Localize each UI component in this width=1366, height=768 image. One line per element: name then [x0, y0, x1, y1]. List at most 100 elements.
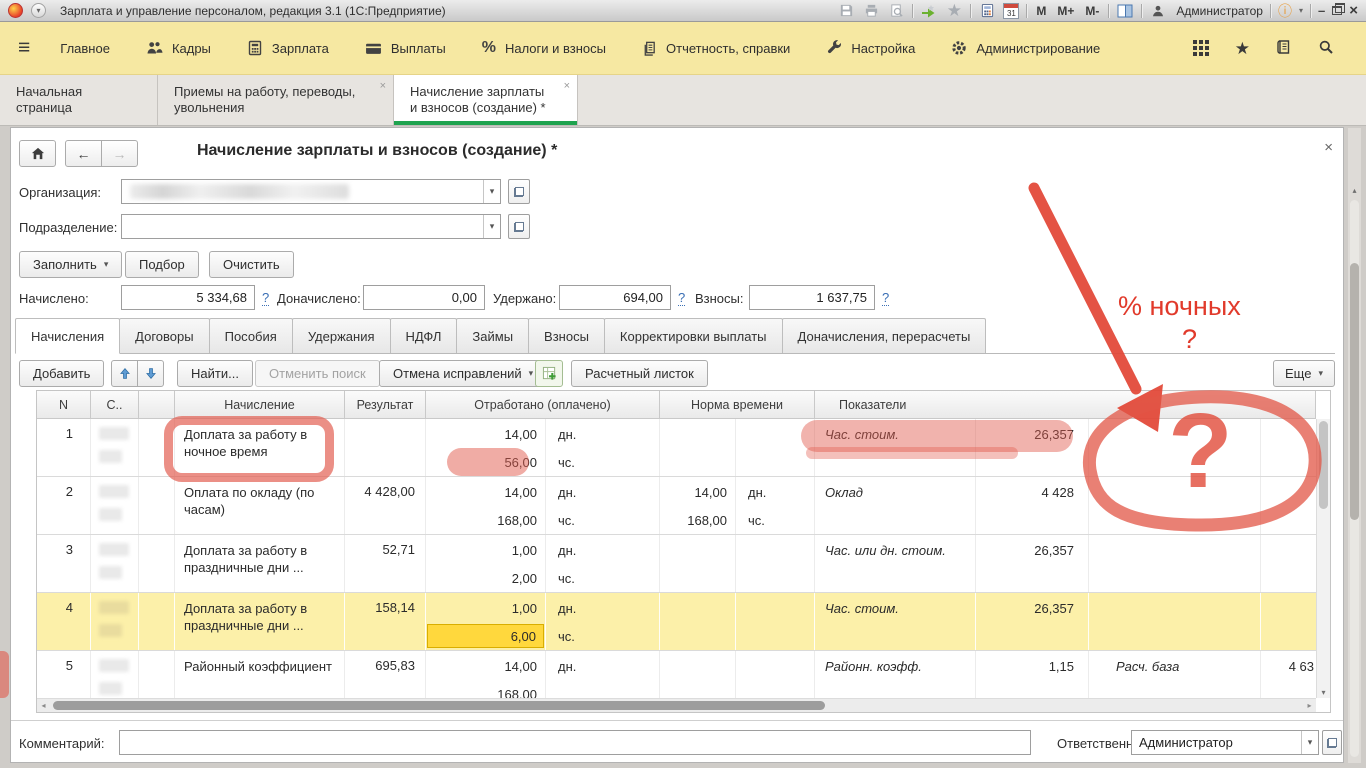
all-functions-icon[interactable]: [1193, 40, 1209, 56]
contrib-field[interactable]: 1 637,75: [749, 285, 875, 310]
worked-hours-value[interactable]: 6,00: [427, 624, 544, 648]
header-accrual[interactable]: Начисление: [175, 391, 345, 419]
dept-open-button[interactable]: [508, 214, 530, 239]
move-up-button[interactable]: [111, 360, 138, 387]
cancel-search-button[interactable]: Отменить поиск: [255, 360, 380, 387]
menu-item-nalogi[interactable]: % Налоги и взносы: [482, 39, 606, 57]
contrib-help-link[interactable]: ?: [882, 290, 889, 306]
info-caret-icon[interactable]: ▾: [1299, 6, 1303, 15]
form-close-button[interactable]: ×: [1324, 140, 1333, 155]
tab-zaimy[interactable]: Займы: [456, 318, 529, 353]
header-worked[interactable]: Отработано (оплачено): [426, 391, 660, 419]
add-row-button[interactable]: Добавить: [19, 360, 104, 387]
info-icon[interactable]: ⓘ: [1278, 4, 1292, 18]
menu-item-administrirovanie[interactable]: Администрирование: [951, 40, 1100, 56]
worked-hours-value[interactable]: 168,00: [497, 513, 537, 528]
org-dropdown-icon[interactable]: ▾: [483, 180, 500, 203]
search-icon[interactable]: [1318, 39, 1334, 58]
favorites-star-icon[interactable]: ★: [945, 2, 963, 19]
print-icon[interactable]: [862, 2, 880, 19]
calendar-icon[interactable]: 31: [1003, 3, 1019, 19]
scrollbar-thumb[interactable]: [53, 701, 825, 710]
header-result[interactable]: Результат: [345, 391, 426, 419]
tab-korrektirovki[interactable]: Корректировки выплаты: [604, 318, 783, 353]
scrollbar-thumb[interactable]: [1319, 421, 1328, 509]
hamburger-icon[interactable]: ≡: [18, 36, 30, 60]
scroll-down-icon[interactable]: ▾: [1317, 688, 1330, 697]
forward-button[interactable]: →: [101, 140, 138, 167]
system-menu-button[interactable]: ▾: [31, 3, 46, 18]
scroll-up-icon[interactable]: ▴: [1348, 186, 1361, 195]
tab-posobiya[interactable]: Пособия: [209, 318, 293, 353]
add-favorite-icon[interactable]: [920, 2, 938, 19]
minimize-button[interactable]: –: [1318, 3, 1325, 18]
scrollbar-thumb[interactable]: [1350, 263, 1359, 520]
tab-close-icon[interactable]: ×: [564, 81, 570, 92]
calculator-icon[interactable]: [978, 2, 996, 19]
menu-item-glavnoe[interactable]: Главное: [60, 41, 110, 56]
window-vertical-scrollbar[interactable]: ▴: [1348, 128, 1361, 763]
memory-m-button[interactable]: M: [1034, 4, 1048, 18]
tab-close-icon[interactable]: ×: [380, 81, 386, 92]
worked-hours-value[interactable]: 168,00: [497, 687, 537, 698]
dept-field[interactable]: ▾: [121, 214, 501, 239]
worked-hours-value[interactable]: 56,00: [504, 455, 537, 470]
header-spacer[interactable]: [139, 391, 175, 419]
save-icon[interactable]: [837, 2, 855, 19]
tab-hires[interactable]: Приемы на работу, переводы, увольнения ×: [158, 75, 394, 125]
table-row[interactable]: 4 Доплата за работу в праздничные дни ..…: [37, 593, 1330, 651]
header-employee[interactable]: С..: [91, 391, 139, 419]
scroll-right-icon[interactable]: ▸: [1303, 699, 1316, 712]
tab-dogovory[interactable]: Договоры: [119, 318, 209, 353]
responsible-open-button[interactable]: [1322, 730, 1342, 755]
accrued-help-link[interactable]: ?: [262, 290, 269, 306]
header-n[interactable]: N: [37, 391, 91, 419]
menu-item-vyplaty[interactable]: Выплаты: [365, 41, 446, 56]
table-row[interactable]: 1 Доплата за работу в ночное время 14,00…: [37, 419, 1330, 477]
menu-item-kadry[interactable]: Кадры: [146, 40, 211, 56]
header-indicators[interactable]: Показатели: [815, 391, 1316, 419]
fill-button[interactable]: Заполнить ▾: [19, 251, 122, 278]
menu-item-otchetnost[interactable]: Отчетность, справки: [642, 40, 790, 56]
tab-accrual-active[interactable]: Начисление зарплаты и взносов (создание)…: [394, 75, 578, 125]
dept-dropdown-icon[interactable]: ▾: [483, 215, 500, 238]
restore-button[interactable]: [1332, 6, 1342, 15]
tab-vznosy[interactable]: Взносы: [528, 318, 605, 353]
payslip-button[interactable]: Расчетный листок: [571, 360, 708, 387]
move-down-button[interactable]: [137, 360, 164, 387]
table-row[interactable]: 2 Оплата по окладу (по часам) 4 428,00 1…: [37, 477, 1330, 535]
home-button[interactable]: [19, 140, 56, 167]
worked-hours-value[interactable]: 2,00: [512, 571, 537, 586]
table-horizontal-scrollbar[interactable]: ◂ ▸: [37, 698, 1316, 712]
pick-button[interactable]: Подбор: [125, 251, 199, 278]
responsible-dropdown-icon[interactable]: ▾: [1301, 731, 1318, 754]
scroll-left-icon[interactable]: ◂: [37, 699, 50, 712]
responsible-field[interactable]: Администратор ▾: [1131, 730, 1319, 755]
withheld-field[interactable]: 694,00: [559, 285, 671, 310]
history-icon[interactable]: [1276, 39, 1292, 58]
table-vertical-scrollbar[interactable]: ▾: [1316, 419, 1330, 698]
tab-ndfl[interactable]: НДФЛ: [390, 318, 458, 353]
tab-uderzhaniya[interactable]: Удержания: [292, 318, 391, 353]
extra-field[interactable]: 0,00: [363, 285, 485, 310]
menu-item-nastroika[interactable]: Настройка: [826, 40, 915, 56]
table-settings-button[interactable]: [535, 360, 563, 387]
header-norm[interactable]: Норма времени: [660, 391, 815, 419]
back-button[interactable]: ←: [65, 140, 102, 167]
split-window-icon[interactable]: [1116, 2, 1134, 19]
favorites-icon[interactable]: ★: [1235, 40, 1250, 57]
window-close-button[interactable]: ×: [1349, 3, 1358, 18]
org-open-button[interactable]: [508, 179, 530, 204]
tab-home-page[interactable]: Начальная страница: [0, 75, 158, 125]
withheld-help-link[interactable]: ?: [678, 290, 685, 306]
current-user-label[interactable]: Администратор: [1176, 4, 1263, 18]
org-field[interactable]: ▾: [121, 179, 501, 204]
tab-nachisleniya[interactable]: Начисления: [15, 318, 120, 354]
table-row[interactable]: 3 Доплата за работу в праздничные дни ..…: [37, 535, 1330, 593]
accrued-field[interactable]: 5 334,68: [121, 285, 255, 310]
menu-item-zarplata[interactable]: Зарплата: [247, 40, 329, 56]
clear-button[interactable]: Очистить: [209, 251, 294, 278]
preview-icon[interactable]: [887, 2, 905, 19]
undo-fix-button[interactable]: Отмена исправлений ▾: [379, 360, 547, 387]
more-button[interactable]: Еще ▾: [1273, 360, 1335, 387]
